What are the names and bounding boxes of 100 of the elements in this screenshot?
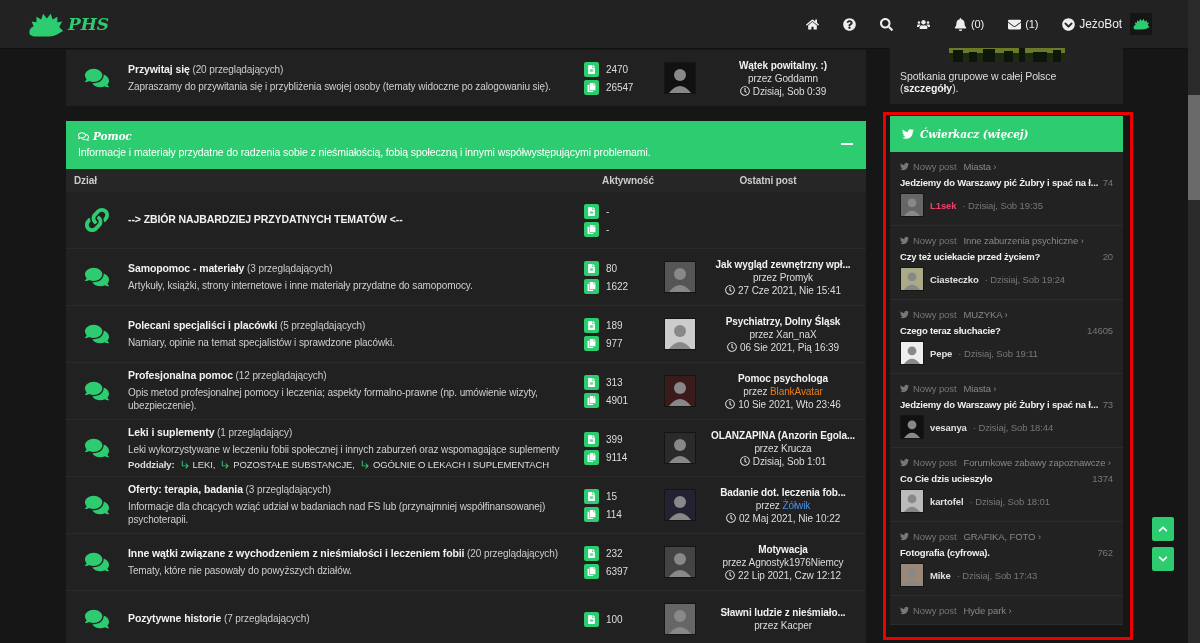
reply-count: 73 bbox=[1102, 399, 1113, 410]
new-post-label: Nowy post bbox=[913, 531, 957, 542]
scroll-down-button[interactable] bbox=[1152, 547, 1174, 571]
last-post-title[interactable]: OLANZAPINA (Anzorin Egola... bbox=[710, 429, 855, 441]
subforum-link[interactable]: OGÓLNIE O LEKACH I SUPLEMENTACH bbox=[359, 459, 550, 471]
post-title[interactable]: Fotografia (cyfrowa). bbox=[900, 547, 990, 558]
post-count: 9114 bbox=[606, 451, 628, 463]
forum-title[interactable]: Inne wątki związane z wychodzeniem z nieśmiałości i leczeniem fobii bbox=[128, 547, 465, 560]
post-title[interactable]: Czego teraz słuchacie? bbox=[900, 325, 1001, 336]
forum-link[interactable]: Inne zaburzenia psychiczne › bbox=[963, 235, 1084, 246]
forum-description: Namiary, opinie na temat specjalistów i sprawdzone placówki. bbox=[128, 335, 396, 350]
members-link[interactable] bbox=[917, 17, 930, 31]
meetups-text: Spotkania grupowe w całej Polsce (szczegóły). bbox=[900, 70, 1058, 94]
author-link[interactable]: Pepe bbox=[930, 347, 953, 359]
viewer-count: (3 przeglądających) bbox=[247, 262, 333, 274]
details-link[interactable]: szczegóły bbox=[903, 82, 953, 94]
avatar-icon bbox=[664, 62, 696, 94]
forum-link[interactable]: Hyde park › bbox=[963, 605, 1012, 616]
forum-link[interactable]: Forumkowe zabawy zapoznawcze › bbox=[963, 457, 1111, 468]
category-description: Informacje i materiały przydatne do radzenia sobie z nieśmiałością, fobią społeczną i innymi współwystępującymi problemami. bbox=[78, 146, 652, 158]
forum-link[interactable]: Miasta › bbox=[963, 161, 997, 172]
post-title[interactable]: Jedziemy do Warszawy pić Żubry i spać na ł... bbox=[900, 177, 1099, 188]
last-post-title[interactable]: Pomoc psychologa bbox=[737, 372, 829, 384]
forum-description: Zapraszamy do przywitania się i przybliżenia swojej osoby (tematy widoczne po zalogowaniu się). bbox=[128, 79, 552, 94]
author-link[interactable]: L1sek bbox=[930, 199, 957, 211]
bird-icon bbox=[900, 606, 909, 615]
new-post-label: Nowy post bbox=[913, 309, 957, 320]
forum-title[interactable]: Przywitaj się bbox=[128, 62, 190, 75]
scroll-up-button[interactable] bbox=[1152, 517, 1174, 541]
topics-icon bbox=[584, 203, 599, 219]
posts-icon bbox=[584, 392, 599, 408]
viewer-count: (7 przeglądających) bbox=[224, 613, 310, 625]
author-link[interactable]: kartofel bbox=[930, 495, 964, 507]
subforum-link[interactable]: LEKI, bbox=[179, 459, 216, 471]
posts-icon bbox=[584, 449, 599, 465]
viewer-count: (20 przeglądających) bbox=[192, 63, 284, 75]
user-avatar[interactable] bbox=[1130, 13, 1152, 35]
post-title[interactable]: Co Cie dzis ucieszylo bbox=[900, 473, 993, 484]
last-post-author: przez Agnostyk1976Niemcy bbox=[722, 556, 844, 568]
forum-title[interactable]: Pozytywne historie bbox=[128, 612, 222, 625]
author-link[interactable]: Krucza bbox=[781, 442, 812, 454]
post-count: 26547 bbox=[606, 81, 634, 93]
author-link[interactable]: Agnostyk1976Niemcy bbox=[748, 556, 844, 568]
avatar-icon bbox=[664, 432, 696, 465]
last-post-author: przez Krucza bbox=[754, 442, 812, 454]
subforums-label: Poddziały: bbox=[128, 459, 175, 471]
author-link[interactable]: Mike bbox=[930, 569, 951, 581]
author-link[interactable]: Xan_naX bbox=[776, 328, 817, 340]
author-link[interactable]: Żółwik bbox=[782, 499, 811, 511]
forum-title[interactable]: Samopomoc - materiały bbox=[128, 261, 245, 274]
forum-title[interactable]: --> ZBIÓR NAJBARDZIEJ PRZYDATNYCH TEMATÓW <-- bbox=[128, 213, 403, 226]
post-count: 1622 bbox=[606, 280, 628, 292]
new-post-label: Nowy post bbox=[913, 457, 957, 468]
subforum-link[interactable]: POZOSTAŁE SUBSTANCJE, bbox=[220, 459, 355, 471]
forum-title[interactable]: Oferty: terapia, badania bbox=[128, 483, 243, 496]
author-link[interactable]: BlankAvatar bbox=[770, 385, 823, 397]
author-link[interactable]: Kacper bbox=[780, 620, 812, 632]
post-time: · Dzisiaj, Sob 18:01 bbox=[969, 495, 1050, 507]
home-icon bbox=[806, 17, 819, 31]
post-title[interactable]: Czy też uciekacie przed życiem? bbox=[900, 251, 1041, 262]
notifications-link[interactable]: (0) bbox=[954, 17, 985, 31]
author-link[interactable]: Ciasteczko bbox=[930, 273, 979, 285]
forum-link[interactable]: GRAFIKA, FOTO › bbox=[963, 531, 1041, 542]
user-link[interactable]: JeżoBot bbox=[1062, 17, 1122, 31]
author-link[interactable]: vesanya bbox=[930, 421, 967, 433]
forum-title[interactable]: Polecani specjaliści i placówki bbox=[128, 318, 278, 331]
envelope-icon bbox=[1008, 17, 1022, 31]
last-post-title[interactable]: Psychiatrzy, Dolny Śląsk bbox=[725, 315, 841, 327]
forum-link[interactable]: Miasta › bbox=[963, 383, 997, 394]
avatar-icon bbox=[664, 603, 696, 636]
reply-count: 74 bbox=[1102, 177, 1113, 188]
home-link[interactable] bbox=[806, 17, 819, 31]
last-post-time: 06 Sie 2021, Pią 16:39 bbox=[740, 341, 839, 353]
posts-icon bbox=[584, 221, 599, 237]
forum-title[interactable]: Profesjonalna pomoc bbox=[128, 369, 233, 382]
search-link[interactable] bbox=[880, 17, 893, 31]
post-time: · Dzisiaj, Sob 17:43 bbox=[956, 569, 1038, 581]
post-count: 4901 bbox=[606, 394, 628, 406]
author-link[interactable]: Promyk bbox=[779, 271, 813, 283]
chevron-down-icon bbox=[1158, 554, 1168, 564]
arrow-icon bbox=[179, 459, 191, 471]
help-link[interactable] bbox=[843, 17, 856, 31]
topics-icon bbox=[584, 611, 599, 627]
last-post-title[interactable]: Sławni ludzie z nieśmiało... bbox=[720, 607, 846, 619]
last-post-title[interactable]: Wątek powitalny. :) bbox=[739, 59, 827, 71]
forum-title[interactable]: Leki i suplementy bbox=[128, 426, 215, 438]
hedgehog-icon bbox=[1132, 17, 1150, 31]
author-link[interactable]: Goddamn bbox=[774, 72, 818, 84]
post-title[interactable]: Jedziemy do Warszawy pić Żubry i spać na ł... bbox=[900, 399, 1099, 410]
forum-link[interactable]: MUZYKA › bbox=[963, 309, 1008, 320]
messages-link[interactable]: (1) bbox=[1008, 17, 1039, 31]
site-logo[interactable]: PHS bbox=[68, 14, 109, 34]
reply-count: 14605 bbox=[1087, 325, 1113, 336]
topic-count: 399 bbox=[606, 433, 623, 445]
posts-icon bbox=[584, 506, 599, 522]
last-post-title[interactable]: Badanie dot. leczenia fob... bbox=[720, 486, 846, 498]
link-icon bbox=[85, 208, 109, 232]
last-post-title[interactable]: Motywacja bbox=[758, 543, 808, 555]
scrollbar[interactable] bbox=[1188, 0, 1200, 643]
last-post-title[interactable]: Jak wygląd zewnętrzny wpł... bbox=[715, 258, 851, 270]
